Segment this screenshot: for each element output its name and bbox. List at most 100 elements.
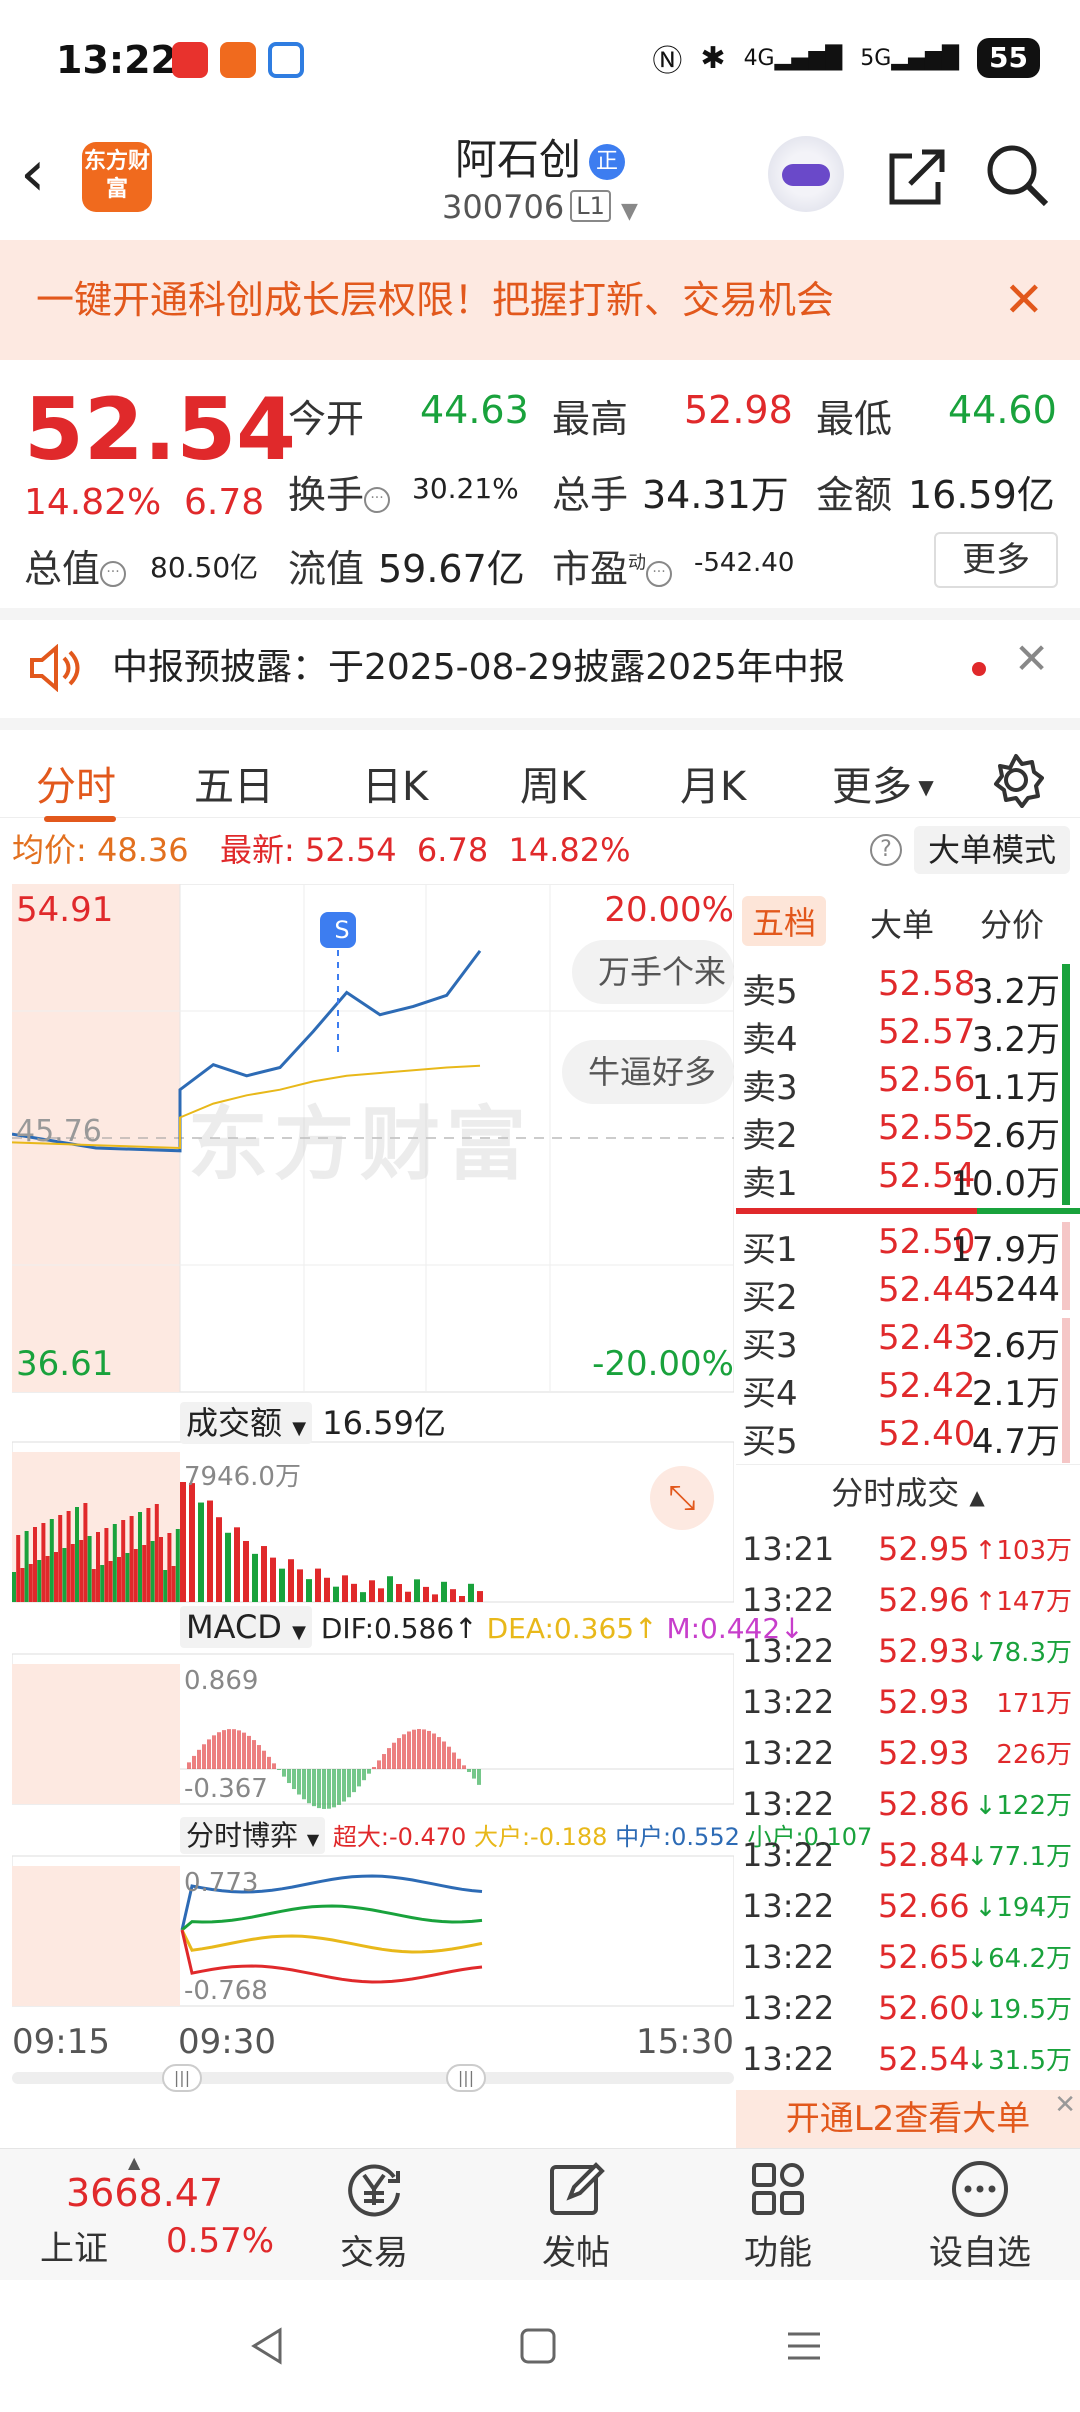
- comment-bubble[interactable]: 牛逼好多: [562, 1040, 734, 1104]
- settings-gear-icon[interactable]: [988, 752, 1044, 808]
- more-dots-icon[interactable]: ···: [364, 487, 391, 513]
- tab-daily-k[interactable]: 日K: [362, 754, 428, 812]
- macd-bar: [382, 1754, 386, 1769]
- tab-intraday[interactable]: 分时: [36, 754, 116, 812]
- tab-monthly-k[interactable]: 月K: [680, 754, 746, 812]
- bid-level-row[interactable]: 买3 52.43 2.6万: [736, 1318, 1080, 1367]
- volume-selector[interactable]: 成交额 ▼: [180, 1402, 313, 1444]
- bid-level-row[interactable]: 买5 52.40 4.7万: [736, 1414, 1080, 1463]
- big-order-mode-button[interactable]: 大单模式: [914, 826, 1071, 874]
- more-dots-icon[interactable]: ···: [100, 561, 127, 587]
- macd-header: MACD ▼ DIF:0.586↑ DEA:0.365↑ M:0.442↓: [180, 1606, 804, 1648]
- nav-add-watchlist[interactable]: 设自选: [920, 2157, 1040, 2274]
- tab-more[interactable]: 更多 ▼: [832, 754, 934, 812]
- macd-bar: [367, 1769, 371, 1774]
- volume-bar: [20, 1568, 25, 1602]
- promo-banner[interactable]: 一键开通科创成长层权限！把握打新、交易机会 ✕: [0, 240, 1080, 360]
- ai-assistant-icon[interactable]: [768, 136, 844, 212]
- volume-bar: [37, 1560, 42, 1602]
- share-icon[interactable]: [882, 142, 952, 212]
- bid-level-row[interactable]: 买4 52.42 2.1万: [736, 1366, 1080, 1415]
- tick-price: 52.95: [878, 1530, 970, 1568]
- bluetooth-icon: ✱: [700, 40, 726, 76]
- expand-icon[interactable]: ⤡: [650, 1466, 714, 1530]
- bid-level-row[interactable]: 买2 52.44 5244: [736, 1270, 1080, 1318]
- volume-bar: [207, 1500, 213, 1602]
- ask-level-row[interactable]: 卖1 52.54 10.0万: [736, 1156, 1080, 1205]
- signal-5g-icon: 5G▂▄▆█: [860, 45, 960, 71]
- help-icon[interactable]: ?: [870, 834, 902, 866]
- tab-five-day[interactable]: 五日: [194, 754, 274, 812]
- bid-level-price: 52.43: [878, 1318, 976, 1358]
- comment-bubble[interactable]: 万手个来: [572, 940, 734, 1004]
- volume-bar: [306, 1579, 312, 1602]
- l2-upgrade-banner[interactable]: 开通L2查看大单 ✕: [736, 2090, 1080, 2148]
- nav-trade[interactable]: 交易: [314, 2157, 434, 2274]
- tick-time: 13:22: [742, 1989, 835, 2027]
- nav-post[interactable]: 发帖: [516, 2157, 636, 2274]
- ticks-header[interactable]: 分时成交 ▲: [736, 1464, 1080, 1520]
- volume-bar: [198, 1502, 204, 1602]
- ask-level-row[interactable]: 卖3 52.56 1.1万: [736, 1060, 1080, 1109]
- tick-row: 13:22 52.60 ↓19.5万: [736, 1989, 1080, 2039]
- range-handle-right[interactable]: |||: [446, 2064, 486, 2092]
- macd-bar: [242, 1732, 246, 1769]
- notice-bar[interactable]: 中报预披露：于2025-08-29披露2025年中报 ✕: [0, 608, 1080, 708]
- macd-bar: [397, 1738, 401, 1769]
- macd-bar: [197, 1749, 201, 1769]
- turnover-value: 30.21%: [412, 472, 519, 505]
- nav-home-icon[interactable]: [518, 2326, 558, 2366]
- more-dots-icon[interactable]: ···: [646, 561, 673, 587]
- ask-level-row[interactable]: 卖4 52.57 3.2万: [736, 1012, 1080, 1061]
- collapse-arrow-icon: ▲: [969, 1485, 985, 1509]
- tick-volume: ↓122万: [974, 1791, 1072, 1821]
- change-amount: 6.78: [184, 482, 265, 523]
- volume-header: 成交额 ▼ 16.59亿: [180, 1398, 446, 1444]
- macd-bar: [362, 1769, 366, 1781]
- tab-five-levels[interactable]: 五档: [742, 896, 827, 946]
- turnover-label: 换手 ···: [288, 464, 391, 519]
- ask-level-volume: 3.2万: [970, 964, 1070, 1013]
- bid-level-row[interactable]: 买1 52.50 17.9万: [736, 1222, 1080, 1271]
- volume-bar: [66, 1511, 71, 1602]
- macd-selector[interactable]: MACD ▼: [180, 1606, 312, 1648]
- intraday-chart-area[interactable]: 54.91 45.76 36.61 20.00% -20.00% 东方财富 S …: [11, 883, 872, 2094]
- flow-large: 大户:-0.188: [473, 1823, 608, 1851]
- tab-big-orders[interactable]: 大单: [870, 900, 934, 946]
- tick-price: 52.93: [878, 1734, 970, 1772]
- close-icon[interactable]: ✕: [1014, 634, 1049, 683]
- high-label: 最高: [552, 397, 629, 441]
- nav-functions[interactable]: 功能: [718, 2157, 838, 2274]
- status-time: 13:22: [56, 38, 177, 82]
- bid-level-volume: 2.6万: [970, 1318, 1070, 1367]
- nav-recents-icon[interactable]: [784, 2326, 824, 2366]
- range-handle-left[interactable]: |||: [162, 2064, 202, 2092]
- bid-level-volume: 2.1万: [970, 1366, 1070, 1415]
- open-value: 44.63: [420, 388, 529, 432]
- index-ticker[interactable]: ▲ 3668.47 上证 0.57%: [0, 2149, 274, 2281]
- amount-label: 金额: [816, 473, 893, 517]
- flow-selector[interactable]: 分时博弈 ▼: [180, 1817, 326, 1854]
- ask-level-row[interactable]: 卖5 52.58 3.2万: [736, 964, 1080, 1013]
- volume-bar: [45, 1556, 50, 1602]
- ask-level-row[interactable]: 卖2 52.55 2.6万: [736, 1108, 1080, 1157]
- volume-bar: [96, 1532, 100, 1602]
- macd-bar: [232, 1729, 236, 1769]
- more-button[interactable]: 更多: [934, 532, 1058, 588]
- open-label: 今开: [288, 397, 365, 441]
- nav-back-icon[interactable]: [248, 2326, 288, 2366]
- tab-weekly-k[interactable]: 周K: [520, 754, 586, 812]
- volume-bar: [133, 1549, 138, 1602]
- ask-level-price: 52.58: [878, 964, 976, 1004]
- close-icon[interactable]: ✕: [1004, 240, 1044, 360]
- bid-level-price: 52.42: [878, 1366, 976, 1406]
- macd-bar: [477, 1769, 481, 1785]
- close-icon[interactable]: ✕: [1054, 2076, 1076, 2134]
- tab-price-dist[interactable]: 分价: [980, 900, 1044, 946]
- volume-bar: [87, 1536, 92, 1602]
- volume-label: 成交额: [186, 1404, 283, 1442]
- nav-add-watchlist-label: 设自选: [929, 2233, 1031, 2273]
- macd-bar: [212, 1735, 216, 1769]
- search-icon[interactable]: [982, 140, 1052, 210]
- tick-time: 13:22: [742, 1581, 835, 1619]
